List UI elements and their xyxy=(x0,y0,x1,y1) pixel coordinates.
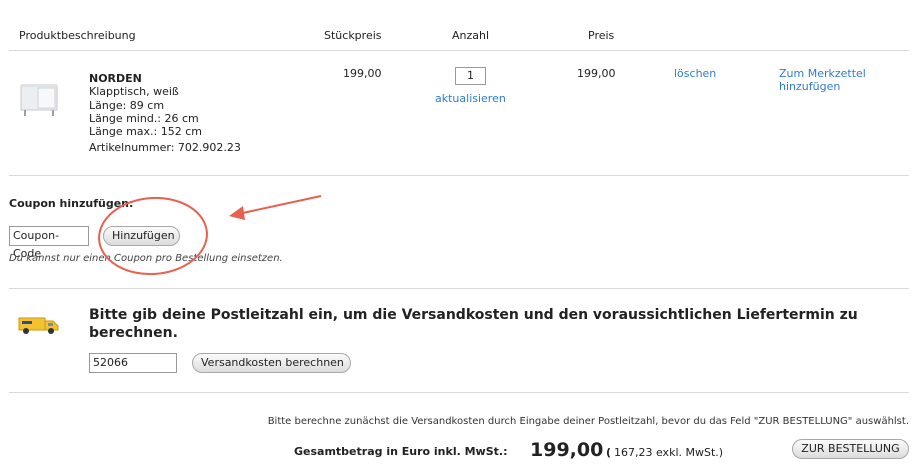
calculate-shipping-button[interactable]: Versandkosten berechnen xyxy=(192,353,351,373)
add-coupon-button[interactable]: Hinzufügen xyxy=(103,226,180,246)
product-name[interactable]: NORDEN xyxy=(89,72,142,85)
total-excl-paren: ( xyxy=(606,446,612,459)
total-label: Gesamtbetrag in Euro inkl. MwSt.: xyxy=(294,445,508,458)
product-length-max: Länge max.: 152 cm xyxy=(89,125,203,138)
place-order-button[interactable]: ZUR BESTELLUNG xyxy=(792,439,909,459)
total-excl-vat: 167,23 exkl. MwSt.) xyxy=(614,446,724,459)
checkout-notice: Bitte berechne zunächst die Versandkoste… xyxy=(267,416,909,427)
product-subtitle: Klapptisch, weiß xyxy=(89,85,179,98)
update-quantity-link[interactable]: aktualisieren xyxy=(435,92,506,105)
product-price: 199,00 xyxy=(577,67,616,80)
coupon-heading: Coupon hinzufügen: xyxy=(9,197,134,210)
divider xyxy=(9,175,909,176)
divider xyxy=(9,392,909,393)
delete-item-link[interactable]: löschen xyxy=(674,67,716,80)
divider xyxy=(9,288,909,289)
annotation-arrow-line xyxy=(237,195,322,215)
annotation-arrow-head xyxy=(229,206,245,220)
column-header-price: Preis xyxy=(588,29,615,42)
quantity-input[interactable]: 1 xyxy=(455,67,486,85)
column-header-description: Produktbeschreibung xyxy=(19,29,136,42)
product-length-min: Länge mind.: 26 cm xyxy=(89,112,199,125)
total-amount: 199,00 xyxy=(530,439,604,461)
product-article-number: Artikelnummer: 702.902.23 xyxy=(89,141,241,154)
add-to-wishlist-link[interactable]: Zum Merkzettel hinzufügen xyxy=(779,67,879,93)
postal-code-input[interactable]: 52066 xyxy=(89,353,177,373)
product-thumbnail[interactable] xyxy=(18,78,62,118)
product-length: Länge: 89 cm xyxy=(89,99,165,112)
product-unit-price: 199,00 xyxy=(343,67,382,80)
column-header-quantity: Anzahl xyxy=(452,29,490,42)
shipping-heading: Bitte gib deine Postleitzahl ein, um die… xyxy=(89,307,858,341)
coupon-note: Du kannst nur einen Coupon pro Bestellun… xyxy=(9,253,283,264)
delivery-truck-icon xyxy=(18,317,59,334)
column-header-unit-price: Stückpreis xyxy=(324,29,382,42)
coupon-code-input[interactable]: Coupon-Code xyxy=(9,226,89,260)
